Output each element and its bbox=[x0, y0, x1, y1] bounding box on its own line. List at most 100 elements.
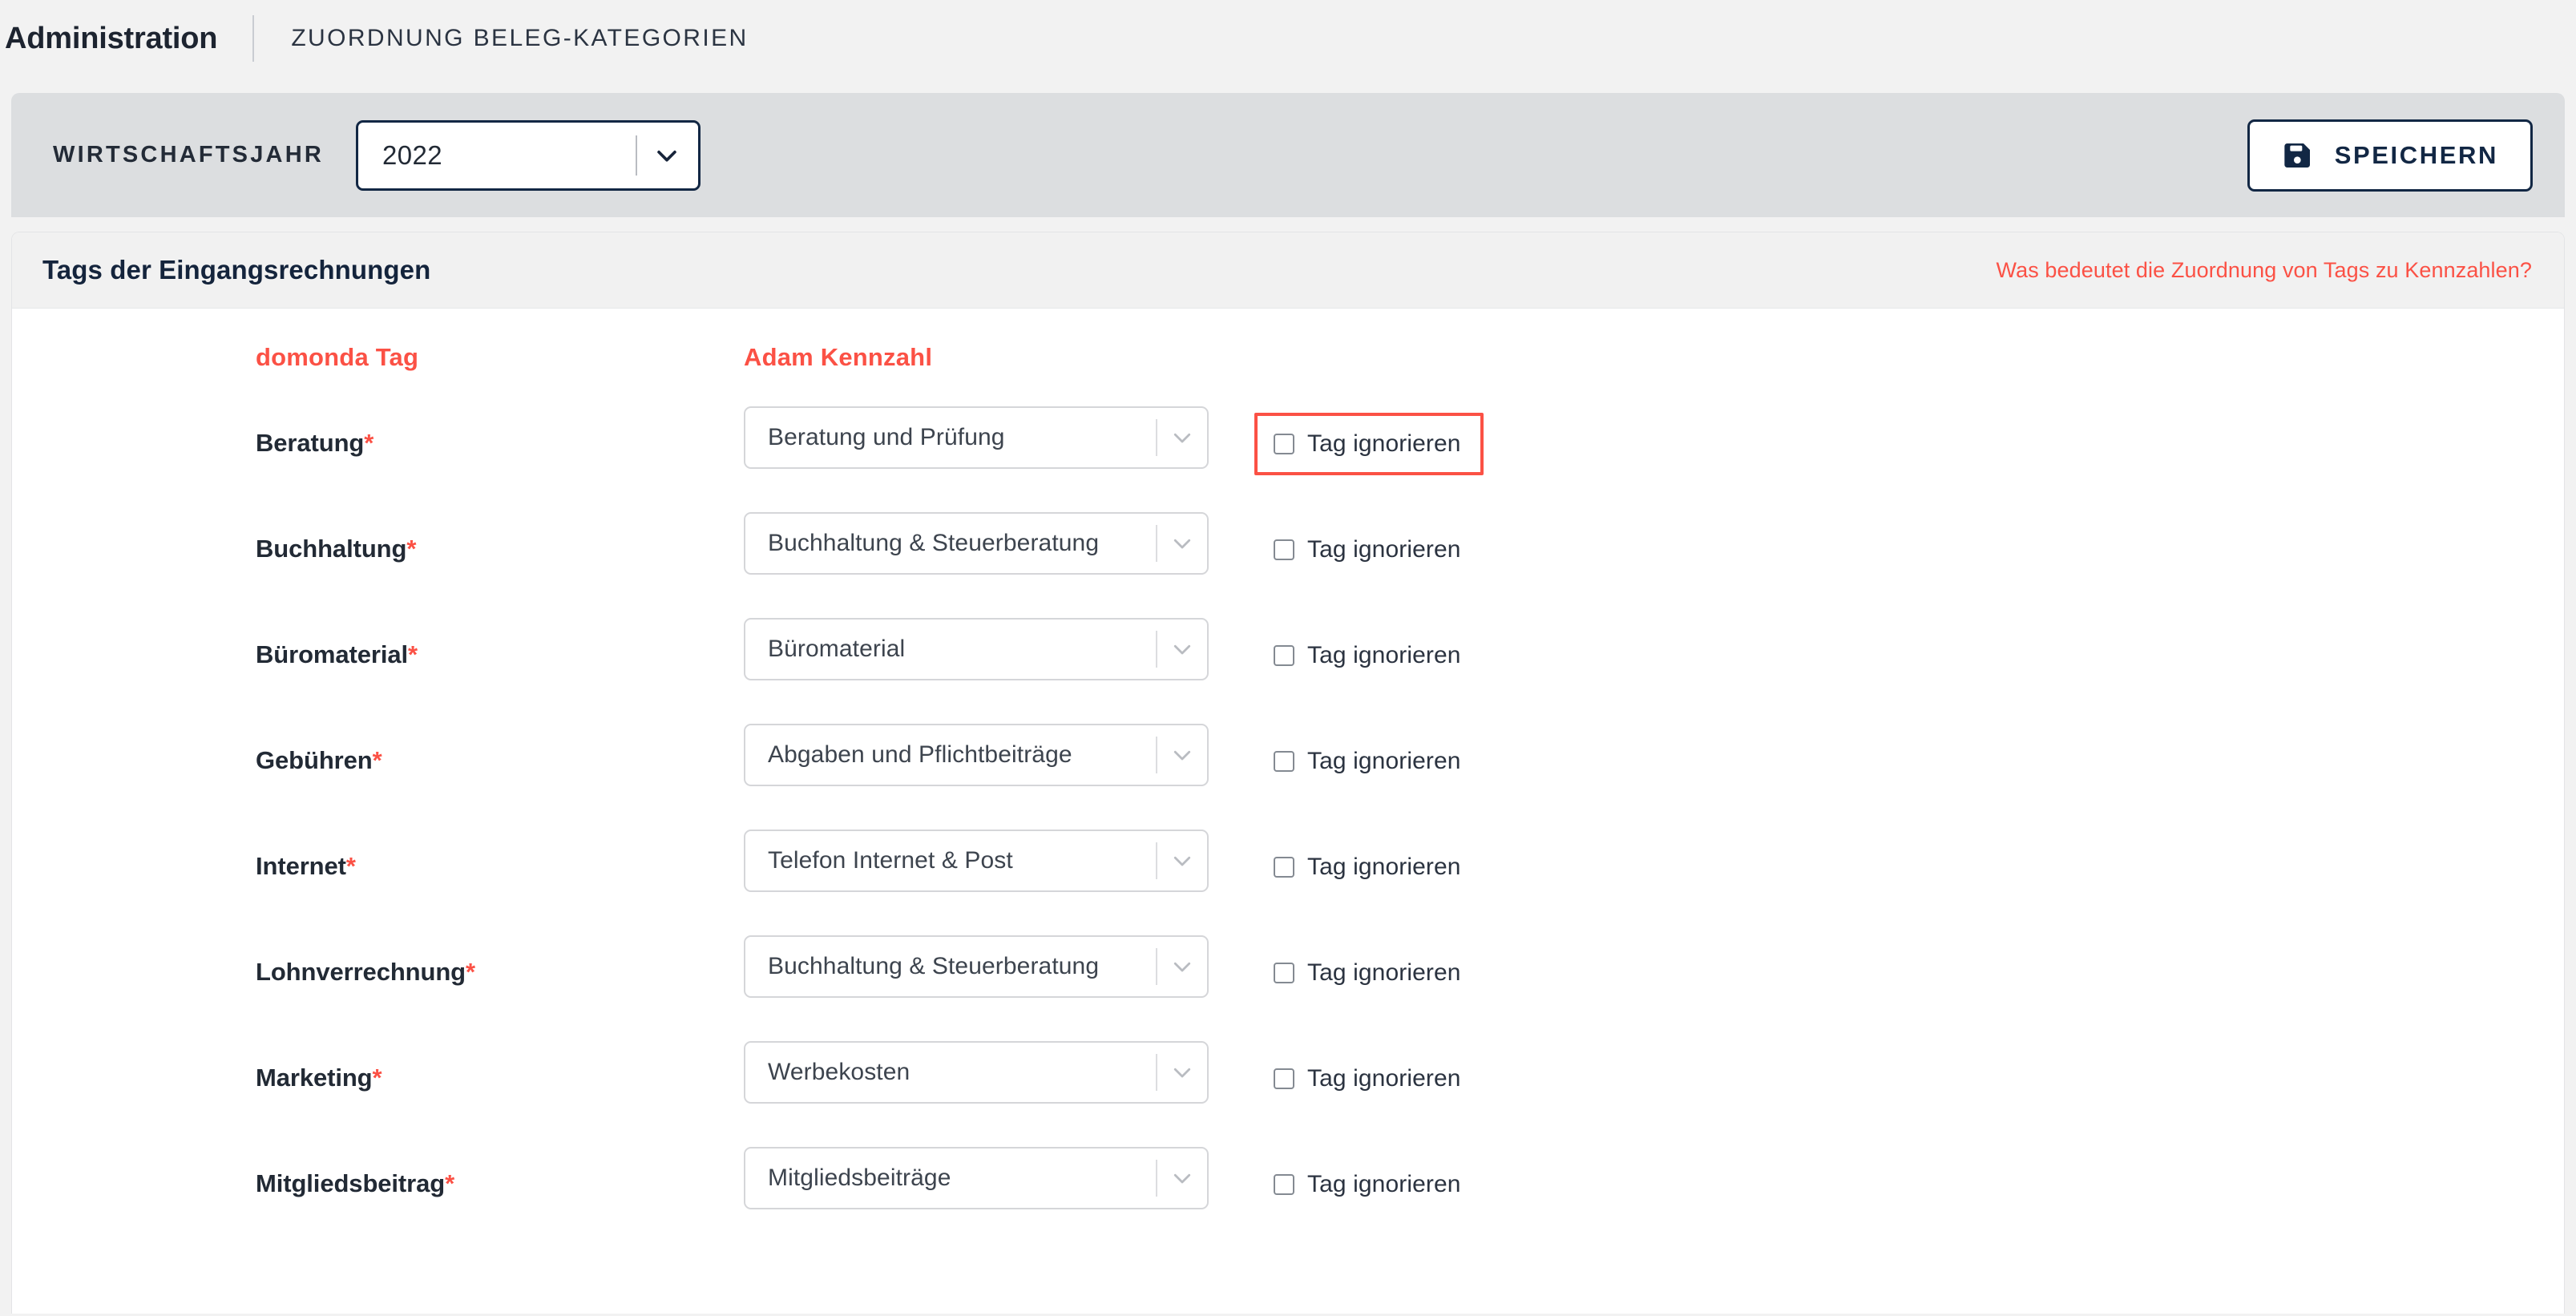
tag-ignore-label: Tag ignorieren bbox=[1307, 430, 1461, 457]
table-header-row: domonda Tag Adam Kennzahl bbox=[12, 309, 2564, 406]
card-title: Tags der Eingangsrechnungen bbox=[42, 255, 431, 285]
chevron-down-icon[interactable] bbox=[1170, 849, 1194, 873]
tag-ignore-toggle[interactable]: Tag ignorieren bbox=[1254, 1153, 1484, 1216]
chevron-down-icon[interactable] bbox=[1170, 1166, 1194, 1190]
tag-ignore-checkbox[interactable] bbox=[1274, 1174, 1294, 1195]
tag-ignore-checkbox[interactable] bbox=[1274, 857, 1294, 878]
table-row: Beratung* Beratung und Prüfung Tag ignorie… bbox=[12, 406, 2564, 512]
required-asterisk: * bbox=[408, 640, 418, 668]
kennzahl-select[interactable]: Büromaterial bbox=[744, 618, 1209, 680]
kennzahl-select[interactable]: Beratung und Prüfung bbox=[744, 406, 1209, 469]
tag-name-cell: Büromaterial* bbox=[256, 618, 744, 669]
tag-ignore-checkbox[interactable] bbox=[1274, 963, 1294, 983]
tag-ignore-toggle[interactable]: Tag ignorieren bbox=[1254, 413, 1484, 475]
ignore-cell: Tag ignorieren bbox=[1254, 724, 1484, 793]
tag-ignore-toggle[interactable]: Tag ignorieren bbox=[1254, 836, 1484, 898]
page-title: ZUORDNUNG BELEG-KATEGORIEN bbox=[291, 25, 749, 51]
table-row: Buchhaltung* Buchhaltung & Steuerberatung… bbox=[12, 512, 2564, 618]
tag-ignore-label: Tag ignorieren bbox=[1307, 1065, 1461, 1092]
save-button-label: SPEICHERN bbox=[2334, 140, 2498, 169]
kennzahl-select[interactable]: Abgaben und Pflichtbeiträge bbox=[744, 724, 1209, 786]
kennzahl-select[interactable]: Buchhaltung & Steuerberatung bbox=[744, 512, 1209, 575]
tag-ignore-checkbox[interactable] bbox=[1274, 1068, 1294, 1089]
chevron-down-icon[interactable] bbox=[1170, 531, 1194, 555]
tag-ignore-label: Tag ignorieren bbox=[1307, 854, 1461, 880]
kennzahl-value: Telefon Internet & Post bbox=[768, 847, 1013, 874]
tag-ignore-toggle[interactable]: Tag ignorieren bbox=[1254, 730, 1484, 793]
table-row: Gebühren* Abgaben und Pflichtbeiträge Tag … bbox=[12, 724, 2564, 830]
select-divider bbox=[1156, 948, 1157, 985]
required-asterisk: * bbox=[406, 535, 417, 563]
table-row: Marketing* Werbekosten Tag ignorieren bbox=[12, 1041, 2564, 1147]
tag-name-cell: Mitgliedsbeitrag* bbox=[256, 1147, 744, 1198]
kennzahl-select[interactable]: Werbekosten bbox=[744, 1041, 1209, 1104]
required-asterisk: * bbox=[445, 1169, 455, 1197]
required-asterisk: * bbox=[372, 746, 382, 774]
required-asterisk: * bbox=[345, 852, 356, 880]
table-row: Mitgliedsbeitrag* Mitgliedsbeiträge Tag ig… bbox=[12, 1147, 2564, 1253]
tag-name-cell: Buchhaltung* bbox=[256, 512, 744, 563]
save-button[interactable]: SPEICHERN bbox=[2247, 119, 2533, 192]
tag-ignore-label: Tag ignorieren bbox=[1307, 748, 1461, 774]
fiscal-year-select[interactable]: 2022 bbox=[356, 119, 701, 191]
required-asterisk: * bbox=[466, 958, 475, 986]
tag-ignore-toggle[interactable]: Tag ignorieren bbox=[1254, 624, 1484, 687]
select-divider bbox=[636, 135, 637, 176]
required-asterisk: * bbox=[372, 1064, 382, 1092]
table-body: Beratung* Beratung und Prüfung Tag ignorie… bbox=[12, 406, 2564, 1253]
chevron-down-icon[interactable] bbox=[1170, 955, 1194, 979]
tag-name-cell: Marketing* bbox=[256, 1041, 744, 1092]
select-divider bbox=[1156, 737, 1157, 773]
toolbar: WIRTSCHAFTSJAHR 2022 SPEICHERN bbox=[11, 93, 2565, 217]
ignore-cell: Tag ignorieren bbox=[1254, 1041, 1484, 1110]
fiscal-year-label: WIRTSCHAFTSJAHR bbox=[53, 142, 324, 168]
ignore-cell: Tag ignorieren bbox=[1254, 406, 1484, 475]
ignore-cell: Tag ignorieren bbox=[1254, 830, 1484, 898]
kennzahl-select[interactable]: Telefon Internet & Post bbox=[744, 830, 1209, 892]
tag-name-cell: Gebühren* bbox=[256, 724, 744, 775]
tag-ignore-checkbox[interactable] bbox=[1274, 751, 1294, 772]
tag-label: Marketing bbox=[256, 1064, 373, 1092]
kennzahl-select[interactable]: Mitgliedsbeiträge bbox=[744, 1147, 1209, 1209]
select-divider bbox=[1156, 1160, 1157, 1197]
tag-label: Lohnverrechnung bbox=[256, 958, 466, 986]
help-link[interactable]: Was bedeutet die Zuordnung von Tags zu K… bbox=[1997, 258, 2532, 283]
kennzahl-value: Büromaterial bbox=[768, 636, 906, 662]
kennzahl-select[interactable]: Buchhaltung & Steuerberatung bbox=[744, 935, 1209, 998]
tag-ignore-toggle[interactable]: Tag ignorieren bbox=[1254, 1048, 1484, 1110]
column-header-domonda-tag: domonda Tag bbox=[256, 343, 419, 371]
chevron-down-icon[interactable] bbox=[1170, 426, 1194, 450]
card-header: Tags der Eingangsrechnungen Was bedeutet… bbox=[12, 232, 2564, 309]
tag-ignore-toggle[interactable]: Tag ignorieren bbox=[1254, 942, 1484, 1004]
select-divider bbox=[1156, 842, 1157, 879]
chevron-down-icon[interactable] bbox=[653, 142, 680, 169]
chevron-down-icon[interactable] bbox=[1170, 1060, 1194, 1084]
tag-label: Mitgliedsbeitrag bbox=[256, 1169, 446, 1197]
tag-ignore-checkbox[interactable] bbox=[1274, 539, 1294, 560]
tag-ignore-toggle[interactable]: Tag ignorieren bbox=[1254, 519, 1484, 581]
kennzahl-value: Buchhaltung & Steuerberatung bbox=[768, 953, 1100, 979]
table-row: Büromaterial* Büromaterial Tag ignorieren bbox=[12, 618, 2564, 724]
kennzahl-cell: Mitgliedsbeiträge bbox=[744, 1147, 1221, 1209]
tag-ignore-checkbox[interactable] bbox=[1274, 645, 1294, 666]
ignore-cell: Tag ignorieren bbox=[1254, 1147, 1484, 1216]
tag-ignore-label: Tag ignorieren bbox=[1307, 959, 1461, 986]
chevron-down-icon[interactable] bbox=[1170, 743, 1194, 767]
tag-ignore-label: Tag ignorieren bbox=[1307, 1171, 1461, 1197]
tag-ignore-checkbox[interactable] bbox=[1274, 434, 1294, 454]
required-asterisk: * bbox=[364, 429, 374, 457]
kennzahl-value: Abgaben und Pflichtbeiträge bbox=[768, 741, 1072, 768]
column-header-adam-kennzahl: Adam Kennzahl bbox=[744, 343, 933, 371]
select-divider bbox=[1156, 631, 1157, 668]
tag-mapping-table: domonda Tag Adam Kennzahl Beratung* Berat… bbox=[12, 309, 2564, 1253]
kennzahl-value: Beratung und Prüfung bbox=[768, 424, 1005, 450]
ignore-cell: Tag ignorieren bbox=[1254, 618, 1484, 687]
tag-ignore-label: Tag ignorieren bbox=[1307, 642, 1461, 668]
chevron-down-icon[interactable] bbox=[1170, 637, 1194, 661]
select-divider bbox=[1156, 525, 1157, 562]
ignore-cell: Tag ignorieren bbox=[1254, 935, 1484, 1004]
tag-name-cell: Lohnverrechnung* bbox=[256, 935, 744, 987]
table-row: Lohnverrechnung* Buchhaltung & Steuerbera… bbox=[12, 935, 2564, 1041]
kennzahl-value: Mitgliedsbeiträge bbox=[768, 1165, 951, 1191]
kennzahl-value: Buchhaltung & Steuerberatung bbox=[768, 530, 1100, 556]
